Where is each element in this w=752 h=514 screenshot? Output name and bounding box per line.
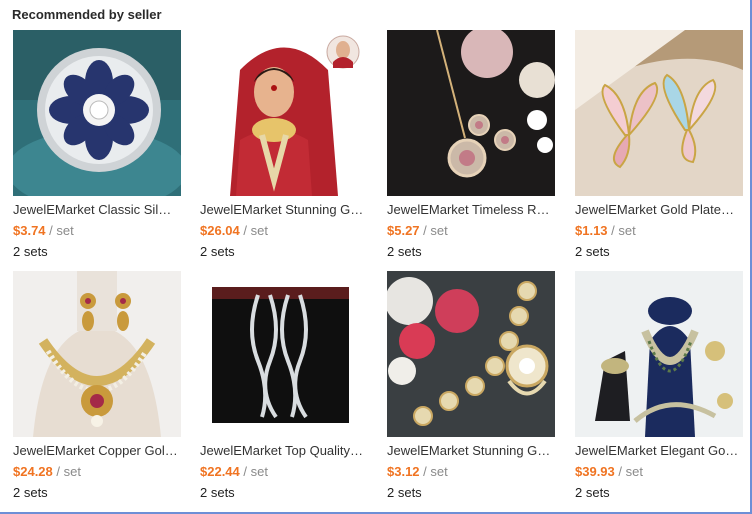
product-title[interactable]: JewelEMarket Stunning G… <box>387 443 555 459</box>
bridal-model-image <box>200 30 368 196</box>
price-unit: / set <box>618 464 643 479</box>
min-order-qty: 2 sets <box>387 244 422 259</box>
product-image[interactable] <box>575 30 743 196</box>
temple-necklace-image <box>13 271 181 437</box>
recommended-panel: Recommended by seller JewelEMarket Class… <box>0 0 752 514</box>
pendant-earring-set-image <box>387 30 555 196</box>
product-title[interactable]: JewelEMarket Classic Sil… <box>13 202 181 218</box>
min-order-qty: 2 sets <box>387 485 422 500</box>
price-unit: / set <box>49 223 74 238</box>
product-image[interactable] <box>387 30 555 196</box>
price-row: $5.27 / set <box>387 223 555 239</box>
product-card[interactable]: JewelEMarket Stunning G… $26.04 / set 2 … <box>200 30 368 260</box>
price-unit: / set <box>243 464 268 479</box>
product-price: $3.74 <box>13 223 46 238</box>
product-image[interactable] <box>200 271 368 437</box>
product-title[interactable]: JewelEMarket Copper Gol… <box>13 443 181 459</box>
min-order-qty: 2 sets <box>13 485 48 500</box>
product-card[interactable]: JewelEMarket Classic Sil… $3.74 / set 2 … <box>13 30 181 260</box>
product-title[interactable]: JewelEMarket Top Quality… <box>200 443 368 459</box>
kundan-matha-patti-image <box>387 271 555 437</box>
product-card[interactable]: JewelEMarket Copper Gol… $24.28 / set 2 … <box>13 271 181 501</box>
price-unit: / set <box>423 223 448 238</box>
product-image[interactable] <box>13 30 181 196</box>
min-order-qty: 2 sets <box>575 485 610 500</box>
product-title[interactable]: JewelEMarket Elegant Go… <box>575 443 743 459</box>
product-card[interactable]: JewelEMarket Gold Plate… $1.13 / set 2 s… <box>575 30 743 260</box>
price-unit: / set <box>423 464 448 479</box>
price-row: $22.44 / set <box>200 464 368 480</box>
product-price: $22.44 <box>200 464 240 479</box>
product-title[interactable]: JewelEMarket Timeless R… <box>387 202 555 218</box>
price-unit: / set <box>611 223 636 238</box>
product-image[interactable] <box>13 271 181 437</box>
product-card[interactable]: JewelEMarket Top Quality… $22.44 / set 2… <box>200 271 368 501</box>
price-row: $3.12 / set <box>387 464 555 480</box>
price-row: $39.93 / set <box>575 464 743 480</box>
price-row: $1.13 / set <box>575 223 743 239</box>
price-row: $3.74 / set <box>13 223 181 239</box>
butterfly-earrings-image <box>575 30 743 196</box>
min-order-qty: 2 sets <box>200 244 235 259</box>
product-price: $1.13 <box>575 223 608 238</box>
min-order-qty: 2 sets <box>575 244 610 259</box>
product-image[interactable] <box>200 30 368 196</box>
product-image[interactable] <box>387 271 555 437</box>
product-title[interactable]: JewelEMarket Gold Plate… <box>575 202 743 218</box>
blue-flower-ring-image <box>13 30 181 196</box>
product-price: $5.27 <box>387 223 420 238</box>
long-cz-earrings-image <box>200 271 368 437</box>
price-unit: / set <box>56 464 81 479</box>
product-price: $24.28 <box>13 464 53 479</box>
section-title: Recommended by seller <box>12 7 162 22</box>
price-unit: / set <box>243 223 268 238</box>
product-title[interactable]: JewelEMarket Stunning G… <box>200 202 368 218</box>
product-price: $3.12 <box>387 464 420 479</box>
product-card[interactable]: JewelEMarket Stunning G… $3.12 / set 2 s… <box>387 271 555 501</box>
product-card[interactable]: JewelEMarket Elegant Go… $39.93 / set 2 … <box>575 271 743 501</box>
product-image[interactable] <box>575 271 743 437</box>
product-price: $26.04 <box>200 223 240 238</box>
bridal-set-display-image <box>575 271 743 437</box>
product-price: $39.93 <box>575 464 615 479</box>
price-row: $24.28 / set <box>13 464 181 480</box>
product-card[interactable]: JewelEMarket Timeless R… $5.27 / set 2 s… <box>387 30 555 260</box>
price-row: $26.04 / set <box>200 223 368 239</box>
min-order-qty: 2 sets <box>13 244 48 259</box>
min-order-qty: 2 sets <box>200 485 235 500</box>
